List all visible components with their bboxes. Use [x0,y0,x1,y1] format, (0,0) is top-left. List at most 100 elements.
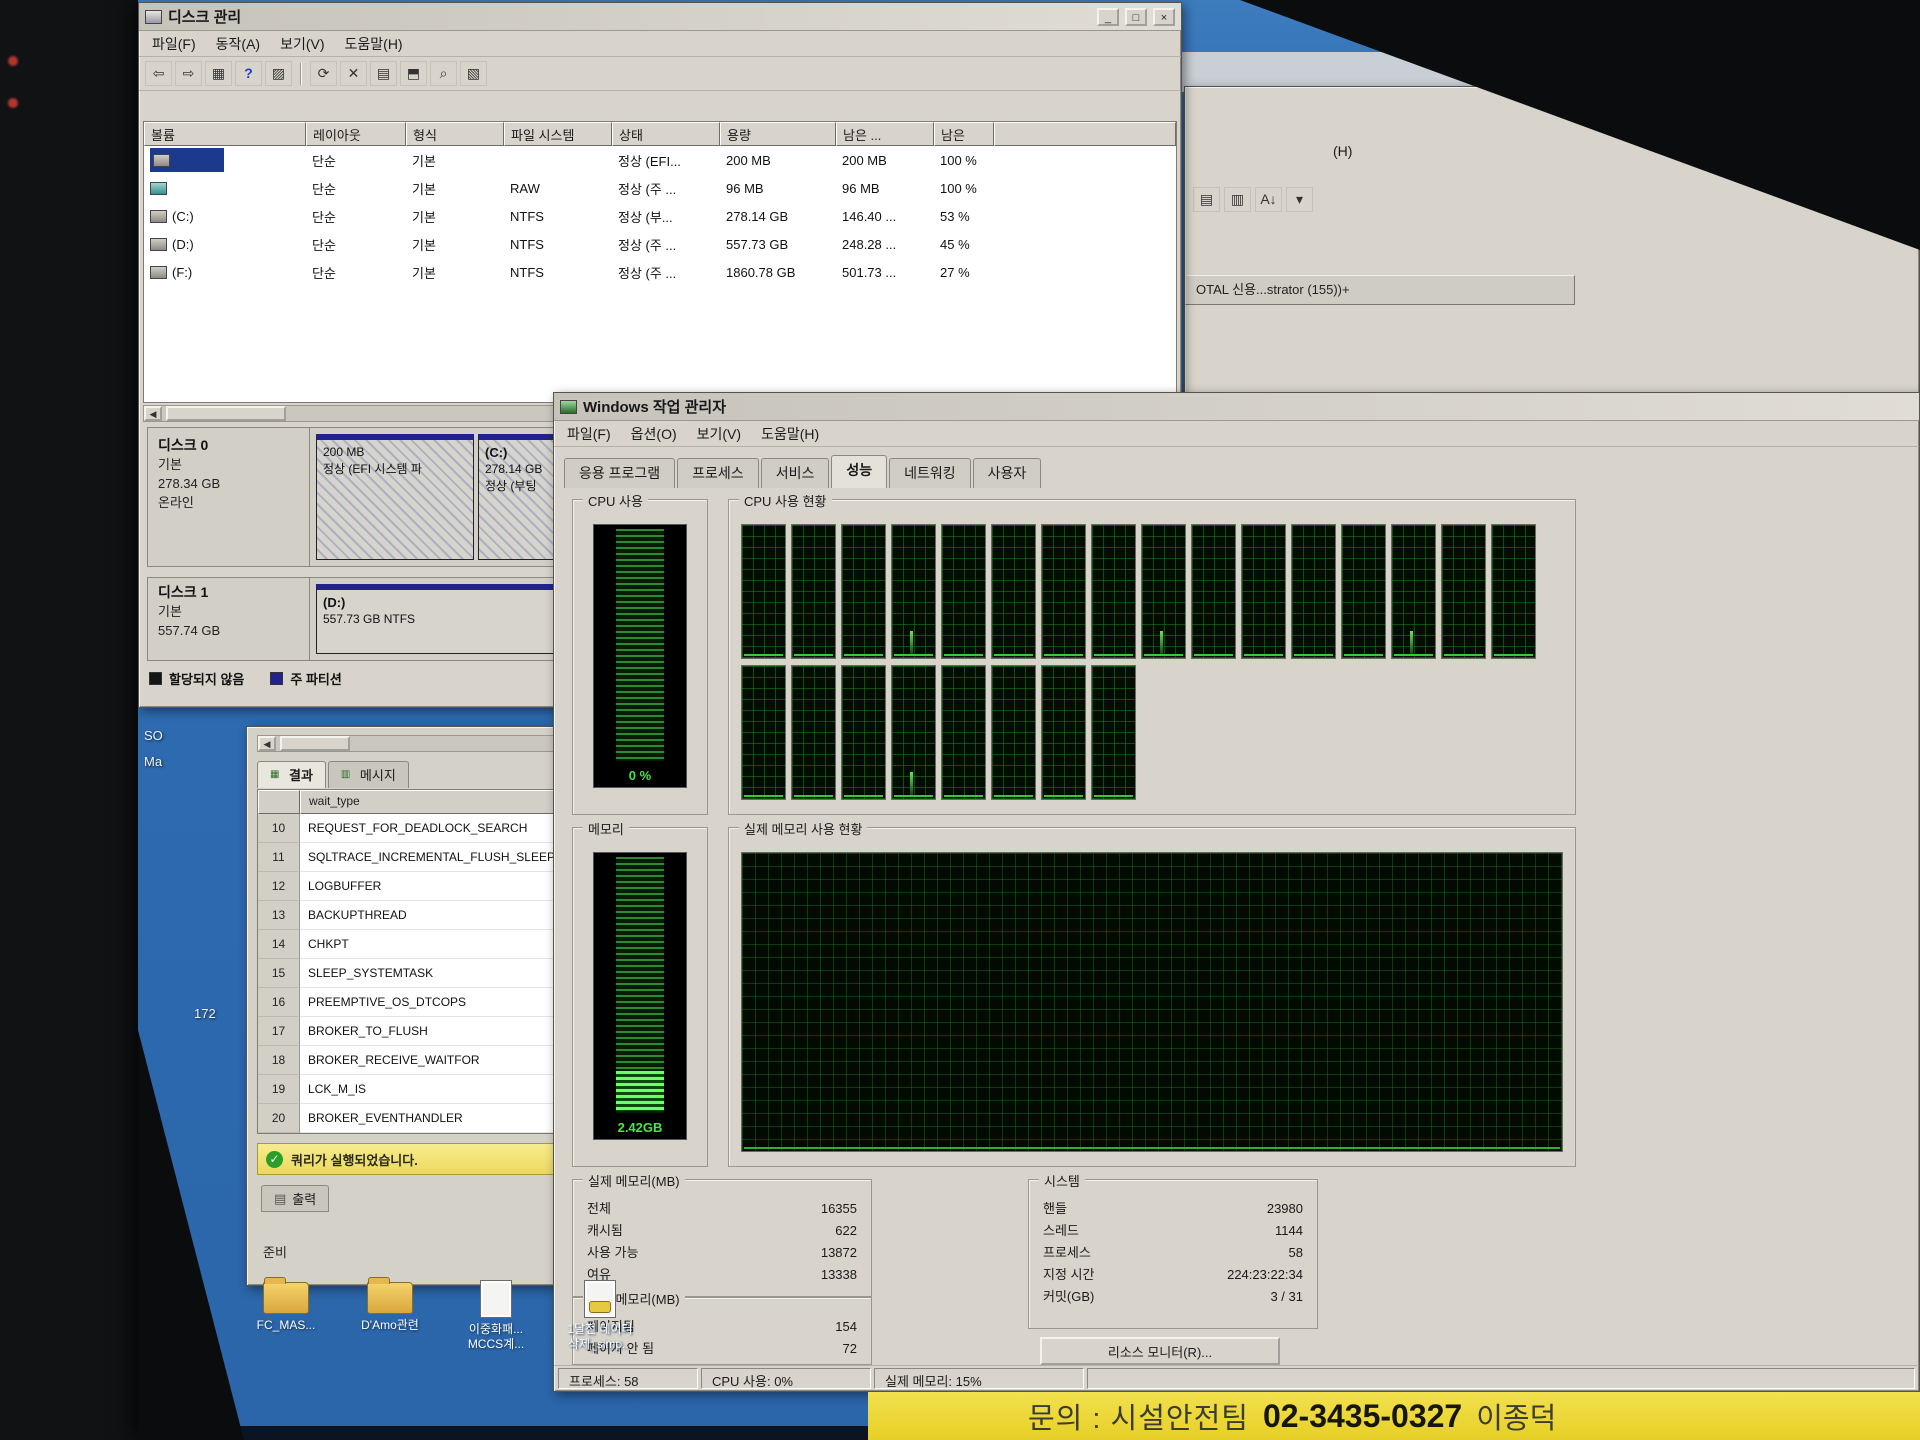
desktop-icon-damo[interactable]: D'Amo관련 [342,1282,438,1333]
desktop-icon-fc-mas[interactable]: FC_MAS... [238,1282,334,1333]
partition-legend: 할당되지 않음 주 파티션 [149,669,342,688]
table-row[interactable]: (C:) 단순 기본 NTFS 정상 (부... 278.14 GB 146.4… [144,202,1176,230]
core-graph [791,665,836,800]
menu-fragment[interactable]: (H) [1333,143,1352,159]
menu-action[interactable]: 동작(A) [207,32,269,56]
close-button[interactable]: × [1153,8,1175,26]
sql-result-tabs: ▦ 결과 ▥ 메시지 [257,761,409,788]
menu-view[interactable]: 보기(V) [271,32,333,56]
indent-icon[interactable]: ▥ [1224,187,1251,212]
menu-file[interactable]: 파일(F) [558,422,620,446]
properties-icon[interactable]: ▤ [370,61,397,86]
memory-history-graph [741,852,1563,1152]
tab-results[interactable]: ▦ 결과 [257,761,326,788]
volume-icon [150,182,167,195]
primary-partition-swatch [270,672,283,685]
delete-icon[interactable]: ✕ [340,61,367,86]
maximize-button[interactable]: □ [1125,8,1147,26]
scroll-thumb[interactable] [166,406,286,421]
console-tree-icon[interactable]: ▦ [205,61,232,86]
action-pane-icon[interactable]: ▨ [265,61,292,86]
tab-messages[interactable]: ▥ 메시지 [328,761,409,788]
cpu-usage-value: 0 % [594,768,686,783]
stat-row: 커밋(GB)3 / 31 [1043,1286,1303,1308]
column-status[interactable]: 상태 [612,122,720,146]
core-graph [1291,524,1336,659]
settings-icon[interactable]: ▧ [460,61,487,86]
folder-icon [367,1282,413,1314]
tab-performance[interactable]: 성능 [831,455,887,488]
table-row[interactable]: 단순 기본 정상 (EFI... 200 MB 200 MB 100 % [144,146,1176,174]
memory-gauge-group: 메모리 2.42GB [572,827,708,1167]
desktop-icon-mccs[interactable]: 이중화패... MCCS계... [448,1280,544,1352]
monitor-led [8,56,18,66]
task-manager-statusbar: 프로세스: 58 CPU 사용: 0% 실제 메모리: 15% [554,1365,1919,1391]
column-filesystem[interactable]: 파일 시스템 [504,122,612,146]
banner-text: 문의 : 시설안전팀 [1028,1395,1249,1437]
disk-management-menubar: 파일(F) 동작(A) 보기(V) 도움말(H) [139,31,1181,57]
tab-users[interactable]: 사용자 [973,458,1042,488]
core-graph [841,524,886,659]
tab-applications[interactable]: 응용 프로그램 [564,458,675,488]
menu-view[interactable]: 보기(V) [688,422,750,446]
task-manager-titlebar[interactable]: Windows 작업 관리자 [554,393,1919,421]
selected-volume [150,148,224,172]
help-icon[interactable]: ? [235,61,262,86]
task-manager-window: Windows 작업 관리자 파일(F) 옵션(O) 보기(V) 도움말(H) … [553,392,1920,1392]
disk0-info[interactable]: 디스크 0 기본 278.34 GB 온라인 [148,428,310,566]
desktop: SO Ma 172 (H) ▤ ▥ A↓ ▾ OTAL 신용...strator… [138,0,1920,1440]
volume-list-header: 볼륨 레이아웃 형식 파일 시스템 상태 용량 남은 ... 남은 [144,122,1176,146]
disk-management-toolbar: ⇦ ⇨ ▦ ? ▨ ⟳ ✕ ▤ ⬒ ⌕ ▧ [139,57,1181,91]
column-free-pct[interactable]: 남은 [934,122,994,146]
tab-processes[interactable]: 프로세스 [677,458,759,488]
resource-monitor-button[interactable]: 리소스 모니터(R)... [1040,1337,1280,1365]
column-capacity[interactable]: 용량 [720,122,836,146]
find-icon[interactable]: ⌕ [430,61,457,86]
table-row[interactable]: 단순 기본 RAW 정상 (주 ... 96 MB 96 MB 100 % [144,174,1176,202]
column-layout[interactable]: 레이아웃 [306,122,406,146]
column-type[interactable]: 형식 [406,122,504,146]
menu-help[interactable]: 도움말(H) [752,422,828,446]
open-icon[interactable]: ⬒ [400,61,427,86]
list-icon[interactable]: ▤ [1193,187,1220,212]
refresh-icon[interactable]: ⟳ [310,61,337,86]
minimize-button[interactable]: _ [1097,8,1119,26]
message-icon: ▥ [341,769,355,781]
desktop-icon-delete-script[interactable]: 1달전 데이터 삭제_simp... [552,1280,648,1352]
volume-icon [150,266,167,279]
tab-output[interactable]: ▤ 출력 [261,1185,329,1212]
disk1-info[interactable]: 디스크 1 기본 557.74 GB [148,578,310,660]
core-graph [891,665,936,800]
column-volume[interactable]: 볼륨 [144,122,306,146]
stat-row: 전체16355 [587,1198,857,1220]
scroll-thumb[interactable] [280,736,350,751]
grid-corner[interactable] [258,790,300,814]
desktop-fragment: 172 [194,1006,216,1021]
menu-file[interactable]: 파일(F) [143,32,205,56]
core-graph [1091,524,1136,659]
disk-management-titlebar[interactable]: 디스크 관리 _ □ × [139,3,1181,31]
sort-az-icon[interactable]: A↓ [1255,187,1282,212]
document-tab[interactable]: OTAL 신용...strator (155))+ [1185,275,1575,305]
core-graph [1091,665,1136,800]
partition-efi[interactable]: 200 MB 정상 (EFI 시스템 파 [316,434,474,560]
forward-icon[interactable]: ⇨ [175,61,202,86]
task-manager-tabs: 응용 프로그램 프로세스 서비스 성능 네트워킹 사용자 [564,455,1043,488]
tab-networking[interactable]: 네트워킹 [889,458,971,488]
document-icon [480,1280,512,1318]
column-free[interactable]: 남은 ... [836,122,934,146]
tab-services[interactable]: 서비스 [761,458,830,488]
table-row[interactable]: (D:) 단순 기본 NTFS 정상 (주 ... 557.73 GB 248.… [144,230,1176,258]
sql-horizontal-scrollbar[interactable]: ◀ [257,735,557,752]
table-row[interactable]: (F:) 단순 기본 NTFS 정상 (주 ... 1860.78 GB 501… [144,258,1176,286]
back-icon[interactable]: ⇦ [145,61,172,86]
scroll-left-icon[interactable]: ◀ [258,736,276,751]
menu-help[interactable]: 도움말(H) [336,32,412,56]
toolbar-separator [300,63,302,85]
scroll-left-icon[interactable]: ◀ [144,406,162,421]
core-graph [1491,524,1536,659]
stat-row: 스레드1144 [1043,1220,1303,1242]
dropdown-icon[interactable]: ▾ [1286,187,1313,212]
menu-options[interactable]: 옵션(O) [622,422,686,446]
cpu-led-column [616,529,664,761]
